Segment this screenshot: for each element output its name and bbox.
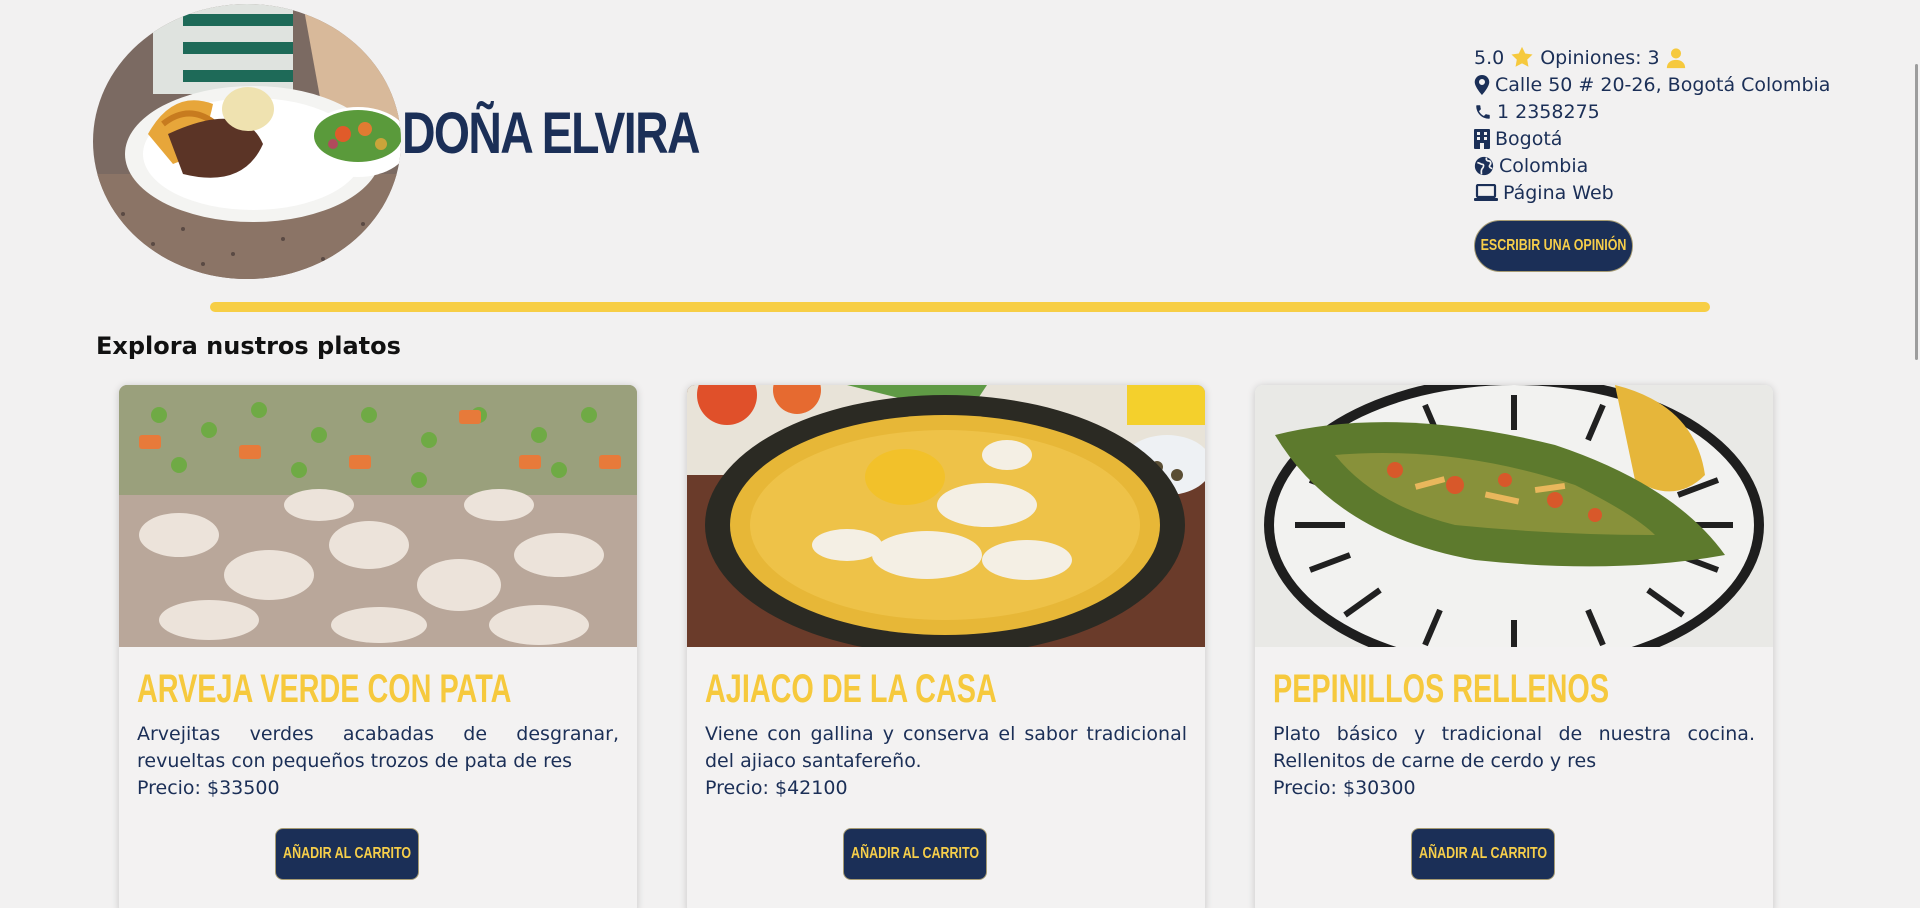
dish-card: AJIACO DE LA CASA Viene con gallina y co… — [687, 385, 1205, 908]
dish-description: Arvejitas verdes acabadas de desgranar, … — [137, 723, 619, 772]
address-row: Calle 50 # 20-26, Bogotá Colombia — [1474, 71, 1830, 98]
dish-description: Viene con gallina y conserva el sabor tr… — [705, 723, 1187, 772]
divider — [210, 302, 1710, 312]
city-row: Bogotá — [1474, 125, 1830, 152]
globe-icon — [1474, 156, 1494, 175]
dish-price: Precio: $33500 — [137, 777, 280, 799]
map-pin-icon — [1474, 74, 1490, 95]
dish-name: AJIACO DE LA CASA — [705, 667, 997, 711]
restaurant-photo — [93, 4, 401, 279]
dish-price: Precio: $30300 — [1273, 777, 1416, 799]
scrollbar[interactable] — [1908, 0, 1920, 908]
dish-card: ARVEJA VERDE CON PATA Arvejitas verdes a… — [119, 385, 637, 908]
restaurant-info: 5.0 Opiniones: 3 Calle 50 # 20-26, Bogot… — [1474, 44, 1830, 272]
dish-image — [687, 385, 1205, 647]
rating-value: 5.0 — [1474, 46, 1505, 69]
country-text: Colombia — [1499, 154, 1589, 177]
dish-image — [119, 385, 637, 647]
address-text: Calle 50 # 20-26, Bogotá Colombia — [1495, 73, 1831, 96]
reviews-count: Opiniones: 3 — [1540, 46, 1660, 69]
building-icon — [1474, 128, 1490, 149]
phone-text: 1 2358275 — [1497, 100, 1600, 123]
star-icon — [1511, 46, 1533, 67]
restaurant-name: DOÑA ELVIRA — [402, 101, 701, 166]
website-link[interactable]: Página Web — [1503, 182, 1614, 204]
dish-image — [1255, 385, 1773, 647]
dish-price: Precio: $42100 — [705, 777, 848, 799]
dish-name: ARVEJA VERDE CON PATA — [137, 667, 512, 711]
country-row: Colombia — [1474, 152, 1830, 179]
city-text: Bogotá — [1495, 127, 1563, 150]
write-review-button[interactable]: ESCRIBIR UNA OPINIÓN — [1474, 220, 1633, 272]
add-to-cart-button[interactable]: AÑADIR AL CARRITO — [275, 828, 419, 880]
user-icon — [1666, 47, 1685, 68]
dish-card: PEPINILLOS RELLENOS Plato básico y tradi… — [1255, 385, 1773, 908]
rating-row: 5.0 Opiniones: 3 — [1474, 44, 1830, 71]
phone-row: 1 2358275 — [1474, 98, 1830, 125]
dish-description: Plato básico y tradicional de nuestra co… — [1273, 723, 1755, 772]
dish-name: PEPINILLOS RELLENOS — [1273, 667, 1610, 711]
add-to-cart-button[interactable]: AÑADIR AL CARRITO — [843, 828, 987, 880]
website-row[interactable]: Página Web — [1474, 179, 1830, 206]
add-to-cart-button[interactable]: AÑADIR AL CARRITO — [1411, 828, 1555, 880]
laptop-icon — [1474, 183, 1498, 201]
phone-icon — [1476, 104, 1490, 119]
section-title: Explora nustros platos — [96, 332, 401, 360]
scrollbar-thumb[interactable] — [1915, 64, 1918, 360]
